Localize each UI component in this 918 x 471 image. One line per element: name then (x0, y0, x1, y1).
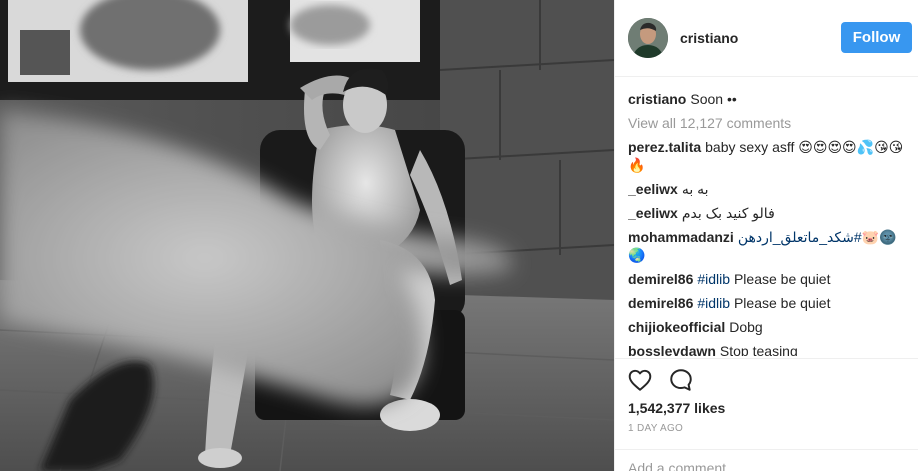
comment-username[interactable]: chijiokeofficial (628, 319, 725, 335)
comment-text: Dobg (729, 319, 763, 335)
speech-bubble-icon[interactable] (668, 367, 694, 393)
comment-username[interactable]: bosslevdawn (628, 343, 716, 356)
likes-count[interactable]: 1,542,377 likes (628, 400, 725, 416)
comment-item: _eeliwx به به (628, 180, 912, 198)
comment-hashtag[interactable]: #شكد_ماتعلق_اردهن (738, 229, 862, 245)
photo-image (0, 0, 614, 471)
comment-text: Please be quiet (733, 295, 831, 311)
comments-list[interactable]: cristiano Soon •• View all 12,127 comment… (628, 90, 912, 356)
caption: cristiano Soon •• (628, 90, 912, 108)
add-comment-section (615, 449, 918, 471)
comment-username[interactable]: mohammadanzi (628, 229, 734, 245)
comment-username[interactable]: demirel86 (628, 271, 693, 287)
post-photo[interactable] (0, 0, 614, 471)
comment-hashtag[interactable]: #idlib (697, 271, 730, 287)
add-comment-input[interactable] (628, 458, 898, 471)
comment-username[interactable]: demirel86 (628, 295, 693, 311)
post-timestamp[interactable]: 1 DAY AGO (628, 423, 683, 434)
comment-text: Stop teasing (719, 343, 798, 356)
comment-username[interactable]: _eeliwx (628, 205, 678, 221)
comment-text: فالو کنید بک بدم (681, 205, 775, 221)
author-username[interactable]: cristiano (680, 30, 738, 46)
comment-text: به به (681, 181, 709, 197)
caption-text: Soon •• (690, 91, 737, 107)
caption-username[interactable]: cristiano (628, 91, 686, 107)
comment-username[interactable]: _eeliwx (628, 181, 678, 197)
comment-text: Please be quiet (733, 271, 831, 287)
view-all-comments-link[interactable]: View all 12,127 comments (628, 114, 912, 132)
post-actions: 1,542,377 likes 1 DAY AGO (615, 358, 918, 471)
follow-button[interactable]: Follow (841, 22, 912, 53)
avatar-image (628, 18, 668, 58)
heart-outline-icon[interactable] (627, 367, 653, 393)
comment-item: mohammadanzi #شكد_ماتعلق_اردهن🐷🌚🌏 (628, 228, 912, 264)
comment-item: perez.talita baby sexy asff 😍😍😍😍💦😘😘🔥 (628, 138, 912, 174)
post-header: cristiano Follow (615, 0, 918, 77)
comment-item: demirel86 #idlib Please be quiet (628, 294, 912, 312)
comment-username[interactable]: perez.talita (628, 139, 701, 155)
author-avatar[interactable] (628, 18, 668, 58)
comment-item: chijiokeofficial Dobg (628, 318, 912, 336)
comment-item: demirel86 #idlib Please be quiet (628, 270, 912, 288)
comment-item: _eeliwx فالو کنید بک بدم (628, 204, 912, 222)
comment-hashtag[interactable]: #idlib (697, 295, 730, 311)
comment-item: bosslevdawn Stop teasing (628, 342, 912, 356)
post-side-panel: cristiano Follow cristiano Soon •• View a… (614, 0, 918, 471)
